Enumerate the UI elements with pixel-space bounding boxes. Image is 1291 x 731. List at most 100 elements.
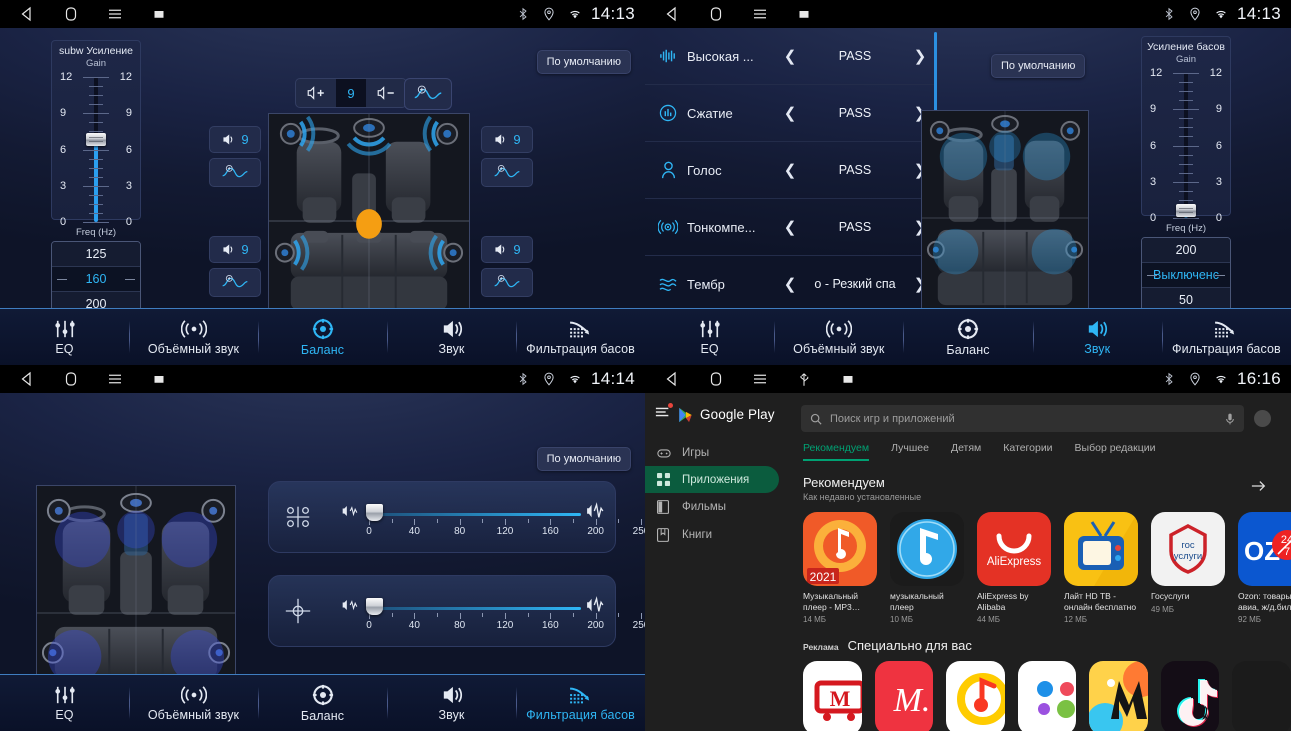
master-eq-curve-button[interactable] bbox=[404, 78, 452, 110]
speaker-value-row[interactable]: 9 bbox=[481, 126, 533, 153]
sound-effect-row[interactable]: Тембр ❮ о - Резкий спа ❯ bbox=[645, 256, 937, 313]
hamburger-icon[interactable] bbox=[655, 403, 673, 424]
sidebar-item-movies[interactable]: Фильмы bbox=[645, 493, 779, 521]
freq-picker-balance[interactable]: 125 160 200 bbox=[51, 241, 141, 317]
car-cabin-image-2[interactable] bbox=[921, 110, 1089, 318]
default-button-bassfilter[interactable]: По умолчанию bbox=[536, 447, 631, 472]
microphone-icon[interactable] bbox=[1225, 412, 1235, 426]
app-card[interactable]: гос услуги Госуслуги 49 МБ bbox=[1151, 512, 1225, 624]
gp-tab[interactable]: Категории bbox=[1003, 442, 1052, 461]
search-input[interactable]: Поиск игр и приложений bbox=[801, 405, 1244, 432]
chevron-left-icon[interactable]: ❮ bbox=[779, 161, 801, 179]
master-volume-control[interactable]: 9 bbox=[295, 78, 407, 108]
menu-icon[interactable] bbox=[751, 370, 769, 388]
home-icon[interactable] bbox=[707, 5, 725, 23]
home-icon[interactable] bbox=[707, 370, 725, 388]
gp-tab[interactable]: Выбор редакции bbox=[1075, 442, 1156, 461]
freq-prev[interactable]: 125 bbox=[52, 242, 140, 266]
gp-tab[interactable]: Лучшее bbox=[891, 442, 929, 461]
gp-tab[interactable]: Рекомендуем bbox=[803, 442, 870, 461]
ad-app-icon[interactable]: M. bbox=[874, 661, 934, 731]
home-icon[interactable] bbox=[62, 370, 80, 388]
back-icon[interactable] bbox=[18, 370, 36, 388]
tab-баланс[interactable]: Баланс bbox=[258, 675, 387, 731]
speaker-value-row[interactable]: 9 bbox=[481, 236, 533, 263]
frequency-slider-1[interactable]: 0 40 80 120 160 200 250 bbox=[327, 482, 645, 552]
subw-gain-slider[interactable]: 12 12 9 9 6 6 3 3 0 0 bbox=[52, 71, 140, 228]
back-icon[interactable] bbox=[663, 370, 681, 388]
sound-effect-row[interactable]: Высокая ... ❮ PASS ❯ bbox=[645, 28, 937, 85]
home-icon[interactable] bbox=[62, 5, 80, 23]
tab-объёмный-звук[interactable]: Объёмный звук bbox=[129, 309, 258, 365]
sound-effect-row[interactable]: Тонкомпе... ❮ PASS ❯ bbox=[645, 199, 937, 256]
ad-app-icon[interactable] bbox=[946, 661, 1005, 731]
tab-звук[interactable]: Звук bbox=[387, 675, 516, 731]
speaker-value-row[interactable]: 9 bbox=[209, 126, 261, 153]
chevron-right-icon[interactable]: ❯ bbox=[909, 47, 931, 65]
chevron-left-icon[interactable]: ❮ bbox=[779, 218, 801, 236]
sound-effect-row[interactable]: Голос ❮ PASS ❯ bbox=[645, 142, 937, 199]
frequency-slider-2[interactable]: 0 40 80 120 160 200 250 bbox=[327, 576, 645, 646]
ad-app-icon[interactable]: M bbox=[803, 661, 862, 731]
screenshot-icon[interactable] bbox=[150, 370, 168, 388]
volume-up-button[interactable] bbox=[296, 79, 336, 107]
freq-current[interactable]: 160 bbox=[52, 266, 140, 291]
tab-баланс[interactable]: Баланс bbox=[903, 309, 1032, 365]
tab-фильтрация-басов[interactable]: Фильтрация басов bbox=[516, 309, 645, 365]
avatar[interactable] bbox=[1254, 410, 1271, 427]
tab-eq[interactable]: EQ bbox=[0, 309, 129, 365]
menu-icon[interactable] bbox=[106, 5, 124, 23]
screenshot-icon[interactable] bbox=[795, 5, 813, 23]
speaker-value-row[interactable]: 9 bbox=[209, 236, 261, 263]
sidebar-item-apps[interactable]: Приложения bbox=[645, 466, 779, 493]
freq-picker-sound[interactable]: 200 Выключенс 50 bbox=[1141, 237, 1231, 313]
tab-фильтрация-басов[interactable]: Фильтрация басов bbox=[1161, 309, 1291, 365]
slider-thumb[interactable] bbox=[366, 598, 384, 615]
speaker-curve-button[interactable] bbox=[209, 158, 261, 187]
tab-eq[interactable]: EQ bbox=[645, 309, 774, 365]
sound-effect-row[interactable]: Сжатие ❮ PASS ❯ bbox=[645, 85, 937, 142]
chevron-left-icon[interactable]: ❮ bbox=[779, 275, 801, 293]
tab-eq[interactable]: EQ bbox=[0, 675, 129, 731]
arrow-right-icon[interactable] bbox=[1251, 479, 1267, 498]
car-cabin-image[interactable] bbox=[268, 113, 470, 325]
tab-баланс[interactable]: Баланс bbox=[258, 309, 387, 365]
tab-звук[interactable]: Звук bbox=[387, 309, 516, 365]
back-icon[interactable] bbox=[663, 5, 681, 23]
ad-app-icon[interactable] bbox=[1089, 661, 1148, 731]
freq-current[interactable]: Выключенс bbox=[1142, 262, 1230, 287]
ad-app-icon[interactable] bbox=[1232, 661, 1291, 731]
speaker-curve-button[interactable] bbox=[481, 158, 533, 187]
app-card[interactable]: AliExpress AliExpress by Alibaba 44 МБ bbox=[977, 512, 1051, 624]
back-icon[interactable] bbox=[18, 5, 36, 23]
app-card[interactable]: OZN247 Ozon: товары, авиа, ж/д.билеты 92 М… bbox=[1238, 512, 1291, 624]
app-card[interactable]: Лайт HD ТВ - онлайн бесплатно 12 МБ bbox=[1064, 512, 1138, 624]
ad-app-icon[interactable] bbox=[1017, 661, 1077, 731]
screenshot-icon[interactable] bbox=[150, 5, 168, 23]
sidebar-item-games[interactable]: Игры bbox=[645, 440, 779, 466]
bass-gain-slider[interactable]: 12 12 9 9 6 6 3 3 0 0 bbox=[1142, 67, 1230, 224]
default-button-sound[interactable]: По умолчанию bbox=[991, 54, 1086, 79]
tab-звук[interactable]: Звук bbox=[1032, 309, 1162, 365]
freq-prev[interactable]: 200 bbox=[1142, 238, 1230, 262]
ad-app-icon[interactable] bbox=[1160, 661, 1220, 731]
app-card[interactable]: 2021 Музыкальный плеер - MP3 плеер , Плее… bbox=[803, 512, 877, 624]
speaker-curve-button[interactable] bbox=[209, 268, 261, 297]
app-card[interactable]: музыкальный плеер 10 МБ bbox=[890, 512, 964, 624]
slider-thumb[interactable] bbox=[86, 133, 106, 147]
screenshot-icon[interactable] bbox=[839, 370, 857, 388]
tab-объёмный-звук[interactable]: Объёмный звук bbox=[129, 675, 258, 731]
tab-объёмный-звук[interactable]: Объёмный звук bbox=[774, 309, 903, 365]
slider-thumb[interactable] bbox=[1176, 204, 1196, 218]
speaker-curve-button[interactable] bbox=[481, 268, 533, 297]
menu-icon[interactable] bbox=[751, 5, 769, 23]
menu-icon[interactable] bbox=[106, 370, 124, 388]
tab-фильтрация-басов[interactable]: Фильтрация басов bbox=[516, 675, 645, 731]
gp-tab[interactable]: Детям bbox=[951, 442, 981, 461]
slider-thumb[interactable] bbox=[366, 504, 384, 521]
chevron-left-icon[interactable]: ❮ bbox=[779, 47, 801, 65]
chevron-left-icon[interactable]: ❮ bbox=[779, 104, 801, 122]
default-button-balance[interactable]: По умолчанию bbox=[536, 50, 631, 75]
volume-down-button[interactable] bbox=[366, 79, 406, 107]
sidebar-item-books[interactable]: Книги bbox=[645, 521, 779, 549]
